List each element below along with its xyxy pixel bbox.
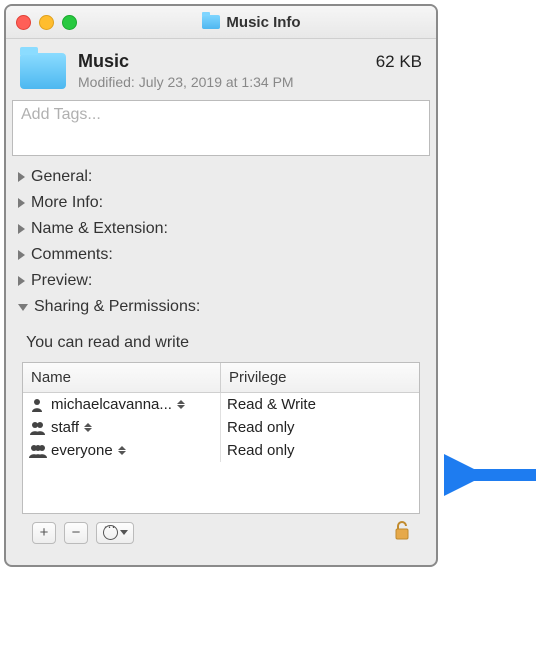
- permissions-rows: michaelcavanna... Read & Write staff Read o…: [23, 393, 419, 513]
- close-icon[interactable]: [16, 15, 31, 30]
- section-general[interactable]: General:: [6, 164, 436, 190]
- action-menu-button[interactable]: [96, 522, 134, 544]
- section-label: General:: [31, 168, 92, 186]
- section-preview[interactable]: Preview:: [6, 268, 436, 294]
- section-label: Sharing & Permissions:: [34, 298, 200, 316]
- chevron-right-icon: [18, 276, 25, 286]
- user-icon: [29, 421, 47, 435]
- permissions-caption: You can read and write: [26, 334, 420, 352]
- zoom-icon[interactable]: [62, 15, 77, 30]
- folder-icon: [202, 15, 220, 29]
- lock-icon[interactable]: [394, 520, 410, 545]
- title-center: Music Info: [77, 14, 426, 31]
- chevron-down-icon: [120, 530, 128, 535]
- remove-button[interactable]: −: [64, 522, 88, 544]
- col-name[interactable]: Name: [23, 363, 221, 392]
- minus-icon: −: [72, 524, 81, 541]
- ellipsis-circle-icon: [103, 525, 118, 540]
- folder-name: Music: [78, 51, 129, 72]
- user-icon: [29, 444, 47, 458]
- table-row[interactable]: everyone Read only: [23, 439, 419, 462]
- info-window: Music Info Music 62 KB Modified: July 23…: [4, 4, 438, 567]
- titlebar: Music Info: [6, 6, 436, 39]
- folder-size: 62 KB: [376, 52, 422, 72]
- tags-input[interactable]: [19, 105, 423, 125]
- section-sharing-permissions[interactable]: Sharing & Permissions:: [6, 294, 436, 320]
- col-privilege[interactable]: Privilege: [221, 363, 419, 392]
- section-label: More Info:: [31, 194, 103, 212]
- permissions-footer: + −: [22, 514, 420, 555]
- section-label: Comments:: [31, 246, 113, 264]
- add-button[interactable]: +: [32, 522, 56, 544]
- user-name: everyone: [51, 442, 113, 459]
- name-cell: staff: [23, 416, 221, 439]
- permissions-table: Name Privilege michaelcavanna... Read & W…: [22, 362, 420, 514]
- name-cell: everyone: [23, 439, 221, 462]
- stepper-icon[interactable]: [117, 446, 127, 455]
- chevron-right-icon: [18, 250, 25, 260]
- privilege-label: Read only: [227, 442, 295, 459]
- modified-label: Modified: July 23, 2019 at 1:34 PM: [78, 74, 422, 90]
- window-title: Music Info: [226, 14, 300, 31]
- name-cell: michaelcavanna...: [23, 393, 221, 416]
- permissions-header: Name Privilege: [23, 363, 419, 393]
- user-name: michaelcavanna...: [51, 396, 172, 413]
- stepper-icon[interactable]: [176, 400, 186, 409]
- callout-arrow-icon: [444, 450, 544, 500]
- privilege-label: Read only: [227, 419, 295, 436]
- user-icon: [29, 398, 47, 412]
- section-comments[interactable]: Comments:: [6, 242, 436, 268]
- plus-icon: +: [40, 524, 49, 541]
- chevron-right-icon: [18, 198, 25, 208]
- section-label: Name & Extension:: [31, 220, 168, 238]
- table-row[interactable]: michaelcavanna... Read & Write: [23, 393, 419, 416]
- section-more-info[interactable]: More Info:: [6, 190, 436, 216]
- privilege-cell[interactable]: Read only: [221, 416, 419, 439]
- privilege-cell[interactable]: Read only: [221, 439, 419, 462]
- privilege-label: Read & Write: [227, 396, 316, 413]
- table-row[interactable]: staff Read only: [23, 416, 419, 439]
- permissions-body: You can read and write Name Privilege mi…: [6, 324, 436, 565]
- privilege-cell[interactable]: Read & Write: [221, 393, 419, 416]
- user-name: staff: [51, 419, 79, 436]
- tags-field[interactable]: [12, 100, 430, 156]
- file-header: Music 62 KB Modified: July 23, 2019 at 1…: [6, 39, 436, 100]
- minimize-icon[interactable]: [39, 15, 54, 30]
- folder-icon: [20, 53, 66, 89]
- sections: General: More Info: Name & Extension: Co…: [6, 162, 436, 324]
- section-name-extension[interactable]: Name & Extension:: [6, 216, 436, 242]
- chevron-down-icon: [18, 304, 28, 311]
- section-label: Preview:: [31, 272, 92, 290]
- chevron-right-icon: [18, 224, 25, 234]
- chevron-right-icon: [18, 172, 25, 182]
- traffic-lights: [16, 15, 77, 30]
- stepper-icon[interactable]: [83, 423, 93, 432]
